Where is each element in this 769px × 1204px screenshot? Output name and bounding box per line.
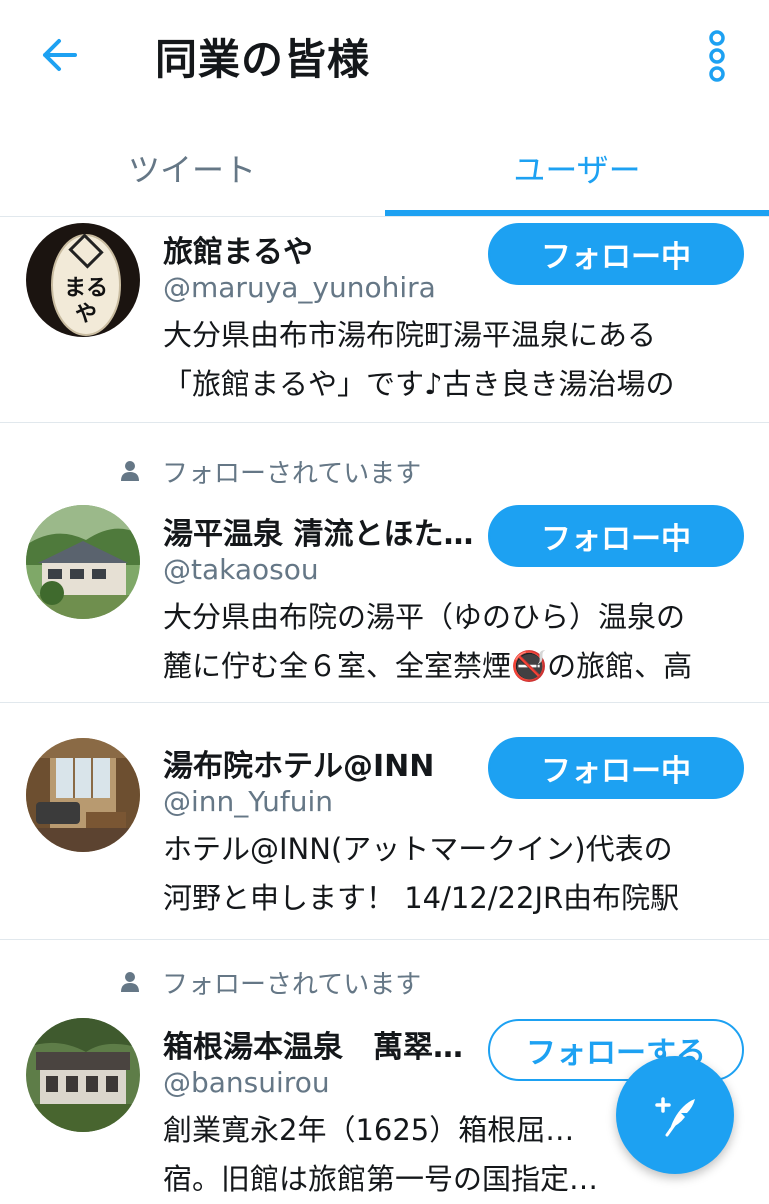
following-button[interactable]: フォロー中 <box>488 223 744 285</box>
following-button[interactable]: フォロー中 <box>488 737 744 799</box>
user-bio: 創業寛永2年（1625）箱根屈指の老舗 宿。旧館は旅館第一号の国指定重要文化 <box>163 1106 603 1204</box>
avatar[interactable]: まる や <box>26 223 140 337</box>
active-tab-indicator <box>385 210 769 216</box>
list-item[interactable]: フォローされています 湯平温泉 清流とほたるの宿 @takaosou 大分県由布… <box>0 423 769 703</box>
bio-line: 大分県由布市湯布院町湯平温泉にある <box>163 318 657 352</box>
more-options-button[interactable] <box>694 28 740 84</box>
back-button[interactable] <box>34 30 84 80</box>
top-bar: 同業の皆様 <box>0 0 769 110</box>
social-context-text: フォローされています <box>162 969 422 1000</box>
avatar[interactable] <box>26 1018 140 1132</box>
avatar[interactable] <box>26 738 140 852</box>
user-name[interactable]: 湯布院ホテル@INN <box>163 741 434 785</box>
compose-tweet-icon <box>655 1097 695 1137</box>
following-button[interactable]: フォロー中 <box>488 505 744 567</box>
list-item[interactable]: まる や 旅館まるや @maruya_yunohira 大分県由布市湯布院町湯平… <box>0 217 769 423</box>
tab-bar: ツイート ユーザー <box>0 120 769 217</box>
bio-line: 麓に佇む全６室、全室禁煙🚭の旅館、高 <box>163 649 693 683</box>
tab-tweets[interactable]: ツイート <box>0 120 384 216</box>
user-name[interactable]: 旅館まるや <box>163 227 313 271</box>
followed-by-indicator: フォローされています <box>118 962 421 1002</box>
person-icon <box>118 970 142 994</box>
person-icon <box>118 459 142 483</box>
bio-line: 創業寛永2年（1625）箱根屈指の老舗 <box>163 1113 603 1147</box>
svg-text:まる: まる <box>64 276 108 301</box>
arrow-left-icon <box>43 39 77 71</box>
bio-line: ホテル@INN(アットマークイン)代表の <box>163 832 673 866</box>
user-bio: 大分県由布院の湯平（ゆのひら）温泉の 麓に佇む全６室、全室禁煙🚭の旅館、高 <box>163 593 743 691</box>
user-handle: @maruya_yunohira <box>163 271 436 304</box>
followed-by-indicator: フォローされています <box>118 451 421 491</box>
user-name[interactable]: 湯平温泉 清流とほたるの宿 <box>163 509 483 553</box>
user-handle: @takaosou <box>163 553 319 586</box>
bio-line: 大分県由布院の湯平（ゆのひら）温泉の <box>163 600 686 634</box>
compose-tweet-button[interactable] <box>616 1056 734 1174</box>
bio-line: 宿。旧館は旅館第一号の国指定重要文化 <box>163 1162 603 1196</box>
svg-text:や: や <box>75 302 97 327</box>
bio-line: 河野と申します！ 14/12/22JR由布院駅 <box>163 881 680 915</box>
list-item[interactable]: 湯布院ホテル@INN @inn_Yufuin ホテル@INN(アットマークイン)… <box>0 703 769 940</box>
user-bio: 大分県由布市湯布院町湯平温泉にある 「旅館まるや」です♪古き良き湯治場の <box>163 311 743 409</box>
page-title: 同業の皆様 <box>155 35 371 84</box>
avatar[interactable] <box>26 505 140 619</box>
user-name[interactable]: 箱根湯本温泉 萬翠楼福住 <box>163 1022 483 1066</box>
user-handle: @bansuirou <box>163 1066 330 1099</box>
tab-users[interactable]: ユーザー <box>385 120 769 216</box>
social-context-text: フォローされています <box>162 458 422 489</box>
bio-line: 「旅館まるや」です♪古き良き湯治場の <box>163 367 675 401</box>
user-bio: ホテル@INN(アットマークイン)代表の 河野と申します！ 14/12/22JR… <box>163 825 743 923</box>
user-handle: @inn_Yufuin <box>163 785 334 818</box>
user-list: まる や 旅館まるや @maruya_yunohira 大分県由布市湯布院町湯平… <box>0 217 769 1202</box>
more-vertical-icon <box>709 30 725 82</box>
